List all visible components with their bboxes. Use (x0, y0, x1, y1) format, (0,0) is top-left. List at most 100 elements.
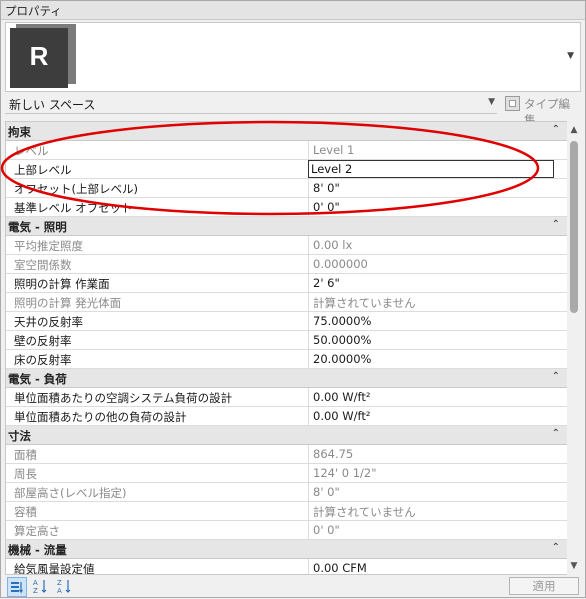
vertical-scrollbar[interactable]: ▲ ▼ (567, 121, 581, 575)
property-value-text: 0' 0" (313, 523, 340, 537)
property-row[interactable]: 容積 計算されていません (6, 502, 568, 521)
category-label: 寸法 (8, 429, 31, 443)
category-header[interactable]: 電気 - 照明 ⌃ (6, 217, 568, 236)
property-row[interactable]: 基準レベル オフセット 0' 0" (6, 198, 568, 217)
property-name: 壁の反射率 (14, 334, 72, 348)
property-row[interactable]: 周長 124' 0 1/2" (6, 464, 568, 483)
property-row[interactable]: 算定高さ 0' 0" (6, 521, 568, 540)
property-value[interactable]: 75.0000% (308, 312, 567, 330)
property-value[interactable]: 8' 0" (308, 179, 567, 197)
properties-grid: 拘束 ⌃ レベル Level 1 上部レベル Level 2 オフセット(上部レベル) 8' … (5, 121, 569, 575)
category-header[interactable]: 寸法 ⌃ (6, 426, 568, 445)
property-row[interactable]: 室空間係数 0.000000 (6, 255, 568, 274)
property-value-text: 0.00 W/ft² (313, 409, 371, 423)
property-value[interactable]: 2' 6" (308, 274, 567, 292)
property-name: 部屋高さ(レベル指定) (14, 486, 127, 500)
scroll-up-icon[interactable]: ▲ (567, 123, 581, 137)
category-header[interactable]: 機械 - 流量 ⌃ (6, 540, 568, 559)
property-name: オフセット(上部レベル) (14, 182, 138, 196)
property-value-text: 2' 6" (313, 276, 340, 290)
property-name: 照明の計算 発光体面 (14, 296, 122, 310)
property-value[interactable]: 0.00 CFM (308, 559, 567, 574)
instance-name: 新しい スペース (9, 98, 96, 112)
property-row[interactable]: レベル Level 1 (6, 141, 568, 160)
collapse-icon[interactable]: ⌃ (552, 542, 560, 553)
category-header[interactable]: 拘束 ⌃ (6, 122, 568, 141)
property-value-text: 計算されていません (313, 505, 416, 519)
collapse-icon[interactable]: ⌃ (552, 219, 560, 230)
collapse-icon[interactable]: ⌃ (552, 428, 560, 439)
property-value[interactable]: 0.00 W/ft² (308, 407, 567, 425)
scroll-down-icon[interactable]: ▼ (567, 559, 581, 573)
bottom-toolbar: AZ ZA 適用 (1, 575, 585, 597)
category-label: 拘束 (8, 125, 31, 139)
property-row[interactable]: 床の反射率 20.0000% (6, 350, 568, 369)
category-label: 電気 - 照明 (8, 220, 67, 234)
apply-button[interactable]: 適用 (509, 577, 579, 595)
property-row[interactable]: 給気風量設定値 0.00 CFM (6, 559, 568, 575)
scroll-thumb[interactable] (570, 141, 578, 313)
edit-type-button[interactable]: タイプ編集 (503, 93, 581, 127)
category-label: 機械 - 流量 (8, 543, 67, 557)
property-value-input[interactable]: Level 2 (308, 160, 554, 178)
property-value[interactable]: 0.00 W/ft² (308, 388, 567, 406)
property-value[interactable]: 0' 0" (308, 198, 567, 216)
property-name: 平均推定照度 (14, 239, 83, 253)
property-value: 計算されていません (308, 293, 567, 311)
property-value-text: 0' 0" (313, 200, 340, 214)
property-row[interactable]: 壁の反射率 50.0000% (6, 331, 568, 350)
property-name: レベル (14, 144, 49, 158)
property-name: 上部レベル (14, 163, 72, 177)
property-value-text: 0.00 W/ft² (313, 390, 371, 404)
property-value: 0.00 lx (308, 236, 567, 254)
property-row[interactable]: 部屋高さ(レベル指定) 8' 0" (6, 483, 568, 502)
property-name: 単位面積あたりの空調システム負荷の設計 (14, 391, 233, 405)
property-name: 給気風量設定値 (14, 562, 95, 575)
property-name: 天井の反射率 (14, 315, 83, 329)
collapse-icon[interactable]: ⌃ (552, 124, 560, 135)
property-value-text: 50.0000% (313, 333, 372, 347)
category-label: 電気 - 負荷 (8, 372, 67, 386)
property-value-text: 8' 0" (313, 485, 340, 499)
collapse-icon[interactable]: ⌃ (552, 371, 560, 382)
property-row[interactable]: 単位面積あたりの他の負荷の設計 0.00 W/ft² (6, 407, 568, 426)
property-value: 計算されていません (308, 502, 567, 520)
property-name: 容積 (14, 505, 37, 519)
chevron-down-icon[interactable]: ▼ (567, 51, 574, 61)
property-value: Level 1 (308, 141, 567, 159)
group-by-category-icon[interactable] (7, 577, 27, 597)
property-row[interactable]: 平均推定照度 0.00 lx (6, 236, 568, 255)
property-value: 8' 0" (308, 483, 567, 501)
property-value: 124' 0 1/2" (308, 464, 567, 482)
svg-text:Z: Z (57, 579, 62, 587)
property-value[interactable]: 20.0000% (308, 350, 567, 368)
property-name: 算定高さ (14, 524, 60, 538)
instance-filter-dropdown[interactable]: 新しい スペース ▼ (5, 93, 497, 114)
category-header[interactable]: 電気 - 負荷 ⌃ (6, 369, 568, 388)
type-selector[interactable]: R ▼ (5, 22, 581, 92)
property-row[interactable]: 上部レベル Level 2 (6, 160, 568, 179)
property-row[interactable]: オフセット(上部レベル) 8' 0" (6, 179, 568, 198)
property-value-text: 864.75 (313, 447, 354, 461)
sort-descending-icon[interactable]: ZA (55, 577, 73, 595)
property-value-text: 0.000000 (313, 257, 368, 271)
properties-palette: プロパティ R ▼ 新しい スペース ▼ タイプ編集 拘束 ⌃ レベル Level 1… (0, 0, 586, 598)
property-row[interactable]: 面積 864.75 (6, 445, 568, 464)
property-value[interactable]: 50.0000% (308, 331, 567, 349)
property-value-text: 8' 0" (313, 181, 340, 195)
property-row[interactable]: 天井の反射率 75.0000% (6, 312, 568, 331)
property-value-text: 計算されていません (313, 296, 416, 310)
property-value: 864.75 (308, 445, 567, 463)
property-name: 基準レベル オフセット (14, 201, 133, 215)
property-name: 周長 (14, 467, 37, 481)
property-value-text: Level 2 (311, 162, 353, 176)
property-row[interactable]: 照明の計算 作業面 2' 6" (6, 274, 568, 293)
sort-ascending-icon[interactable]: AZ (31, 577, 49, 595)
property-name: 単位面積あたりの他の負荷の設計 (14, 410, 187, 424)
title-bar[interactable]: プロパティ (1, 1, 585, 20)
property-name: 床の反射率 (14, 353, 72, 367)
property-row[interactable]: 単位面積あたりの空調システム負荷の設計 0.00 W/ft² (6, 388, 568, 407)
property-value-text: 20.0000% (313, 352, 372, 366)
property-row[interactable]: 照明の計算 発光体面 計算されていません (6, 293, 568, 312)
property-value-text: 0.00 lx (313, 238, 353, 252)
